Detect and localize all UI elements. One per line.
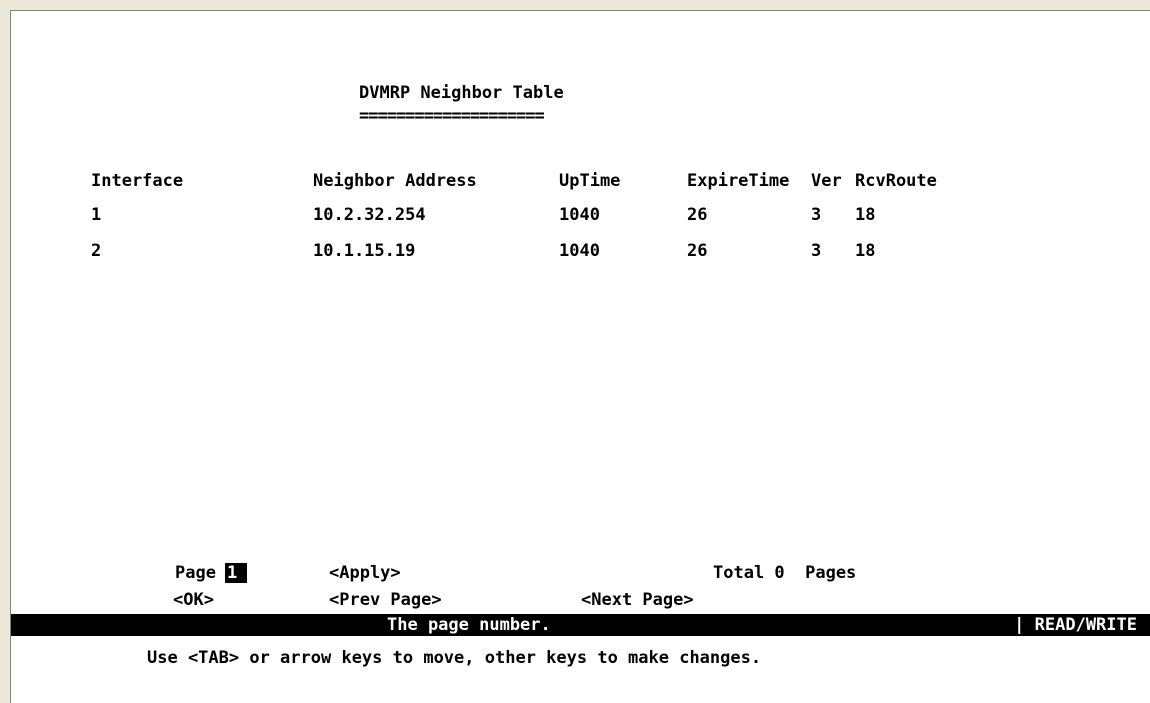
page-number-field[interactable]: 1 — [225, 563, 247, 583]
help-text: Use <TAB> or arrow keys to move, other k… — [147, 648, 762, 668]
cell-ver: 3 — [811, 205, 822, 225]
header-neighbor-address: Neighbor Address — [313, 171, 477, 191]
cell-interface: 2 — [91, 241, 102, 261]
access-mode: | READ/WRITE — [1014, 615, 1137, 635]
next-page-button[interactable]: <Next Page> — [581, 590, 694, 610]
apply-button[interactable]: <Apply> — [329, 563, 401, 583]
cell-neighbor-address: 10.1.15.19 — [313, 241, 416, 261]
cell-expire-time: 26 — [687, 241, 708, 261]
prev-page-button[interactable]: <Prev Page> — [329, 590, 442, 610]
cell-interface: 1 — [91, 205, 102, 225]
status-message: The page number. — [387, 615, 551, 635]
total-pages-label: Total 0 Pages — [713, 563, 857, 583]
cell-neighbor-address: 10.2.32.254 — [313, 205, 426, 225]
terminal-screen: DVMRP Neighbor Table ===================… — [10, 10, 1150, 703]
page-title: DVMRP Neighbor Table — [359, 83, 564, 103]
cell-uptime: 1040 — [559, 241, 600, 261]
cell-rcv-route: 18 — [855, 205, 876, 225]
status-bar: The page number. | READ/WRITE — [11, 614, 1150, 636]
title-underline: ==================== — [359, 106, 545, 126]
cell-uptime: 1040 — [559, 205, 600, 225]
header-uptime: UpTime — [559, 171, 621, 191]
cell-rcv-route: 18 — [855, 241, 876, 261]
header-ver: Ver — [811, 171, 842, 191]
cell-ver: 3 — [811, 241, 822, 261]
ok-button[interactable]: <OK> — [173, 590, 214, 610]
header-rcv-route: RcvRoute — [855, 171, 937, 191]
page-label: Page — [175, 563, 216, 583]
header-expire-time: ExpireTime — [687, 171, 790, 191]
header-interface: Interface — [91, 171, 184, 191]
cell-expire-time: 26 — [687, 205, 708, 225]
